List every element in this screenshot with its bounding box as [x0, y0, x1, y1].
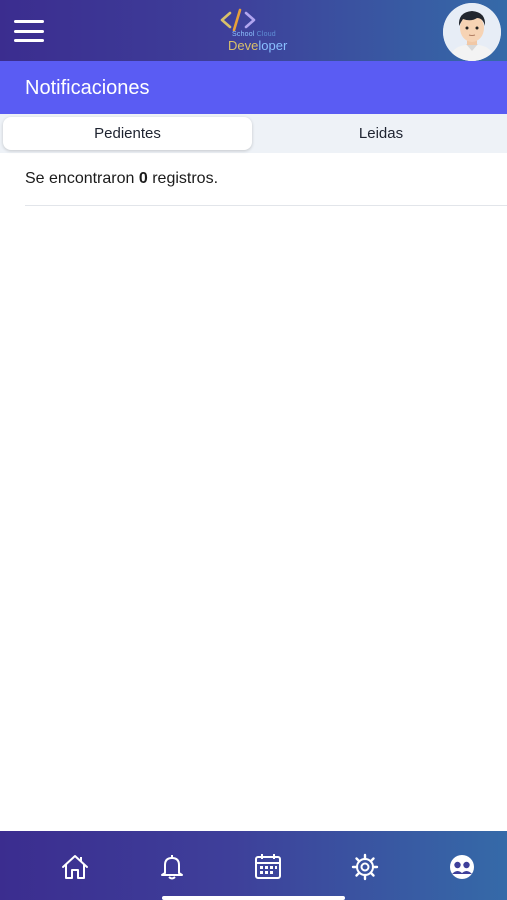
hamburger-menu-button[interactable]	[14, 20, 46, 42]
nav-notifications-button[interactable]	[156, 851, 188, 883]
menu-line-icon	[14, 39, 44, 42]
notifications-screen: School Cloud Developer Notificaciones Ped…	[0, 0, 507, 900]
top-header: School Cloud Developer	[0, 0, 507, 61]
logo-school-text: School Cloud	[232, 31, 276, 38]
logo-developer-text: Developer	[228, 38, 288, 53]
nav-community-button[interactable]	[446, 851, 478, 883]
bottom-navigation	[0, 831, 507, 900]
home-icon	[62, 855, 88, 879]
calendar-icon	[255, 854, 281, 879]
school-cloud-developer-logo: School Cloud Developer	[214, 8, 294, 54]
nav-calendar-button[interactable]	[252, 851, 284, 883]
tab-read[interactable]: Leidas	[255, 117, 507, 150]
bell-icon	[161, 855, 183, 880]
results-count-text: Se encontraron 0 registros.	[25, 170, 218, 188]
home-indicator-bar	[162, 896, 345, 900]
nav-home-button[interactable]	[59, 851, 91, 883]
divider	[25, 205, 507, 206]
results-prefix: Se encontraron	[25, 170, 135, 187]
page-title: Notificaciones	[25, 77, 150, 99]
menu-line-icon	[14, 20, 44, 23]
user-avatar-icon	[443, 3, 501, 61]
users-icon	[450, 855, 474, 879]
notification-tabs: Pedientes Leidas	[0, 114, 507, 153]
user-avatar[interactable]	[443, 3, 501, 61]
gear-icon	[351, 853, 379, 881]
tab-pending[interactable]: Pedientes	[3, 117, 252, 150]
results-suffix: registros.	[152, 170, 219, 187]
results-count: 0	[138, 170, 148, 187]
menu-line-icon	[14, 29, 44, 33]
page-title-bar: Notificaciones	[0, 61, 507, 114]
nav-settings-button[interactable]	[349, 851, 381, 883]
